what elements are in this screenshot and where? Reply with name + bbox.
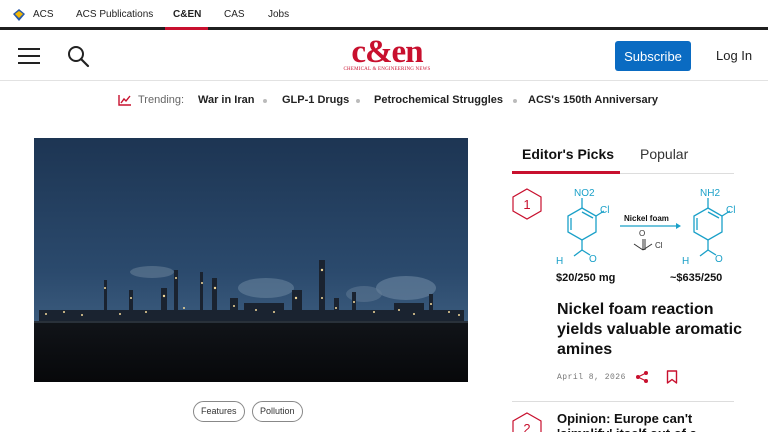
amine-group-label: NH2 xyxy=(700,188,720,199)
aldehyde-o-label: O xyxy=(715,254,723,265)
jobs-link[interactable]: Jobs xyxy=(268,9,289,20)
acs-publications-link[interactable]: ACS Publications xyxy=(76,9,153,20)
acetyl-o-label: O xyxy=(639,229,645,238)
menu-icon[interactable] xyxy=(18,48,40,64)
rank-badge: 1 xyxy=(512,188,542,220)
tag-chip[interactable]: Pollution xyxy=(252,401,303,422)
product-price-label: ~$635/250 xyxy=(670,272,722,284)
login-link[interactable]: Log In xyxy=(716,48,752,63)
logo-subtitle: CHEMICAL & ENGINEERING NEWS xyxy=(343,67,431,72)
article-title[interactable]: Nickel foam reaction yields valuable aro… xyxy=(557,300,742,360)
search-icon[interactable] xyxy=(66,44,90,68)
sidebar-tabs: Editor's Picks Popular xyxy=(512,138,734,174)
bookmark-icon[interactable] xyxy=(666,370,678,384)
hero-image[interactable] xyxy=(34,138,468,382)
active-link-indicator xyxy=(165,27,208,30)
subscribe-button[interactable]: Subscribe xyxy=(615,41,691,71)
rank-number: 2 xyxy=(523,421,530,432)
acetyl-cl-label: Cl xyxy=(655,241,663,250)
cas-link[interactable]: CAS xyxy=(224,9,245,20)
nitro-group-label: NO2 xyxy=(574,188,595,199)
share-icon[interactable] xyxy=(635,370,649,384)
article-date: April 8, 2026 xyxy=(557,373,626,382)
trending-item[interactable]: GLP-1 Drugs xyxy=(282,94,349,106)
acs-link[interactable]: ACS xyxy=(33,9,54,20)
logo-text: c&en xyxy=(351,34,423,70)
separator-dot xyxy=(356,99,360,103)
trending-bar: Trending: War in Iran GLP-1 Drugs Petroc… xyxy=(0,82,768,120)
article-title[interactable]: Opinion: Europe can't 'simplify' itself … xyxy=(557,411,742,432)
reagent-label: Nickel foam xyxy=(624,214,669,223)
acs-top-bar: ACS ACS Publications C&EN CAS Jobs xyxy=(0,0,768,30)
reaction-diagram[interactable]: NO2 Cl H O NH2 Cl H O O Cl Nickel foam $… xyxy=(552,184,736,288)
trending-item[interactable]: Petrochemical Struggles xyxy=(374,94,503,106)
chloro-label: Cl xyxy=(726,205,735,216)
cen-logo[interactable]: c&en CHEMICAL & ENGINEERING NEWS xyxy=(338,34,436,75)
rank-number: 1 xyxy=(523,197,530,212)
separator-dot xyxy=(513,99,517,103)
tab-editors-picks[interactable]: Editor's Picks xyxy=(522,146,614,162)
tab-popular[interactable]: Popular xyxy=(640,146,688,162)
trending-chart-icon xyxy=(118,95,131,106)
aldehyde-o-label: O xyxy=(589,254,597,265)
trending-label: Trending: xyxy=(138,94,185,106)
trending-item[interactable]: ACS's 150th Anniversary xyxy=(528,94,658,106)
active-tab-indicator xyxy=(512,171,620,174)
refinery-night-photo xyxy=(34,138,468,382)
cen-link[interactable]: C&EN xyxy=(173,9,201,20)
tag-chip[interactable]: Features xyxy=(193,401,245,422)
aldehyde-h-label: H xyxy=(556,256,563,267)
site-header: c&en CHEMICAL & ENGINEERING NEWS Subscri… xyxy=(0,33,768,81)
rank-badge: 2 xyxy=(512,412,542,432)
acs-logo-icon[interactable] xyxy=(12,8,26,22)
separator-dot xyxy=(263,99,267,103)
start-price-label: $20/250 mg xyxy=(556,272,615,284)
chloro-label: Cl xyxy=(600,205,609,216)
article-divider xyxy=(512,401,734,402)
aldehyde-h-label: H xyxy=(682,256,689,267)
trending-item[interactable]: War in Iran xyxy=(198,94,254,106)
